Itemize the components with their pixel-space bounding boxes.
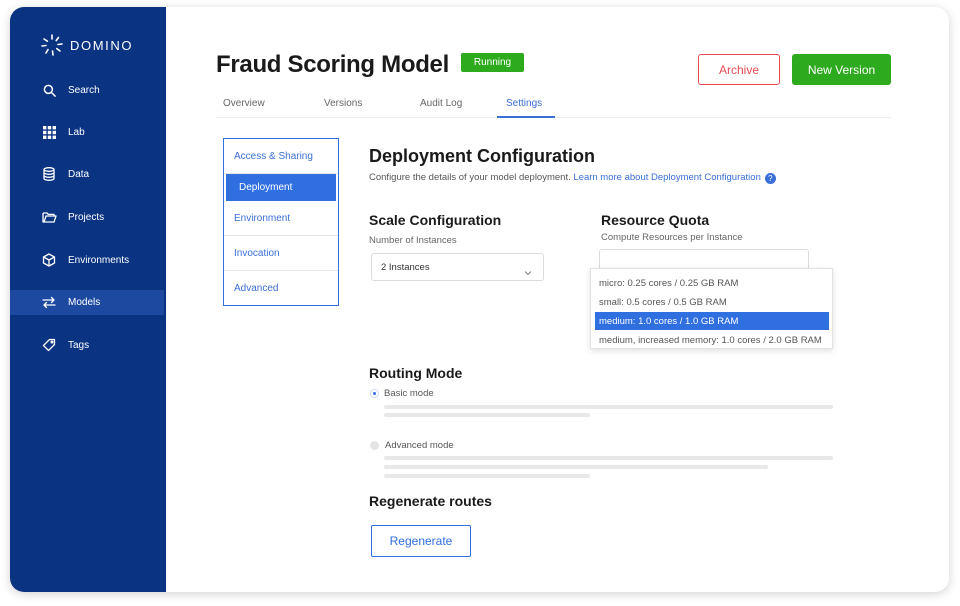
domino-logo-icon [41,34,63,56]
sidebar-item-label: Projects [68,212,105,223]
tab-audit-log[interactable]: Audit Log [420,98,462,109]
sidebar-item-lab[interactable]: Lab [10,120,164,145]
sidebar-item-environments[interactable]: Environments [10,248,164,273]
section-description: Configure the details of your model depl… [369,172,776,184]
grid-icon [41,124,57,140]
regenerate-button[interactable]: Regenerate [371,525,471,557]
basic-mode-label[interactable]: Basic mode [384,388,434,399]
settings-nav-label: Access & Sharing [234,151,313,162]
settings-nav-advanced[interactable]: Advanced [224,271,338,306]
settings-nav-label: Advanced [234,283,279,294]
sidebar-item-models[interactable]: Models [10,290,164,315]
new-version-button[interactable]: New Version [792,54,891,85]
instances-value: 2 Instances [381,262,430,273]
app-window: DOMINO Search Lab Data Projects Environm… [10,7,949,592]
quota-option[interactable]: micro: 0.25 cores / 0.25 GB RAM [595,274,829,292]
database-icon [41,166,57,182]
placeholder-line [384,456,833,460]
tab-versions[interactable]: Versions [324,98,362,109]
routing-mode-title: Routing Mode [369,365,463,381]
description-text: Configure the details of your model depl… [369,172,571,183]
archive-button[interactable]: Archive [698,54,780,85]
regenerate-title: Regenerate routes [369,493,492,509]
search-icon [41,82,57,98]
quota-option[interactable]: medium, increased memory: 1.0 cores / 2.… [595,331,829,349]
quota-option-selected[interactable]: medium: 1.0 cores / 1.0 GB RAM [595,312,829,330]
resource-quota-dropdown: micro: 0.25 cores / 0.25 GB RAM small: 0… [590,268,833,349]
instances-label: Number of Instances [369,235,457,246]
settings-nav-label: Deployment [239,182,293,193]
scale-config-title: Scale Configuration [369,212,502,228]
settings-nav-environment[interactable]: Environment [224,201,338,236]
sidebar-item-label: Lab [68,127,85,138]
sidebar-item-search[interactable]: Search [10,78,164,103]
section-title: Deployment Configuration [369,146,595,166]
sidebar-item-label: Search [68,85,100,96]
quota-option[interactable]: small: 0.5 cores / 0.5 GB RAM [595,293,829,311]
help-icon[interactable]: ? [764,173,776,184]
sidebar-item-label: Models [68,297,101,308]
settings-nav-invocation[interactable]: Invocation [224,236,338,271]
sidebar-item-data[interactable]: Data [10,162,164,187]
resource-quota-title: Resource Quota [601,212,710,228]
placeholder-line [384,465,768,469]
settings-nav-access-sharing[interactable]: Access & Sharing [224,139,338,174]
sidebar-item-label: Tags [68,340,90,351]
tag-icon [41,337,57,353]
brand-name: DOMINO [70,37,134,53]
domino-logo[interactable]: DOMINO [40,33,133,57]
advanced-mode-label[interactable]: Advanced mode [385,440,454,451]
active-tab-indicator [497,116,555,118]
chevron-down-icon [524,263,532,281]
tab-bar: Overview Versions Audit Log Settings [216,96,891,118]
settings-nav: Access & Sharing Deployment Environment … [223,138,339,306]
arrows-icon [41,294,57,310]
settings-nav-label: Environment [234,213,291,224]
sidebar-item-tags[interactable]: Tags [10,333,164,358]
folder-icon [41,209,57,225]
settings-nav-deployment[interactable]: Deployment [226,174,336,201]
status-badge: Running [461,53,524,72]
sidebar-item-projects[interactable]: Projects [10,205,164,230]
advanced-mode-radio[interactable] [370,441,379,450]
learn-more-link[interactable]: Learn more about Deployment Configuratio… [573,172,760,183]
settings-nav-label: Invocation [234,248,280,259]
placeholder-line [384,413,590,417]
resource-quota-label: Compute Resources per Instance [601,232,743,243]
sidebar-item-label: Data [68,169,90,180]
tab-settings[interactable]: Settings [506,98,542,109]
placeholder-line [384,474,590,478]
cube-icon [41,252,57,268]
sidebar: DOMINO Search Lab Data Projects Environm… [10,7,166,592]
placeholder-line [384,405,833,409]
tab-overview[interactable]: Overview [223,98,265,109]
sidebar-item-label: Environments [68,255,130,266]
instances-select[interactable]: 2 Instances [371,253,544,281]
basic-mode-radio[interactable] [370,389,379,398]
page-title: Fraud Scoring Model [216,51,449,78]
